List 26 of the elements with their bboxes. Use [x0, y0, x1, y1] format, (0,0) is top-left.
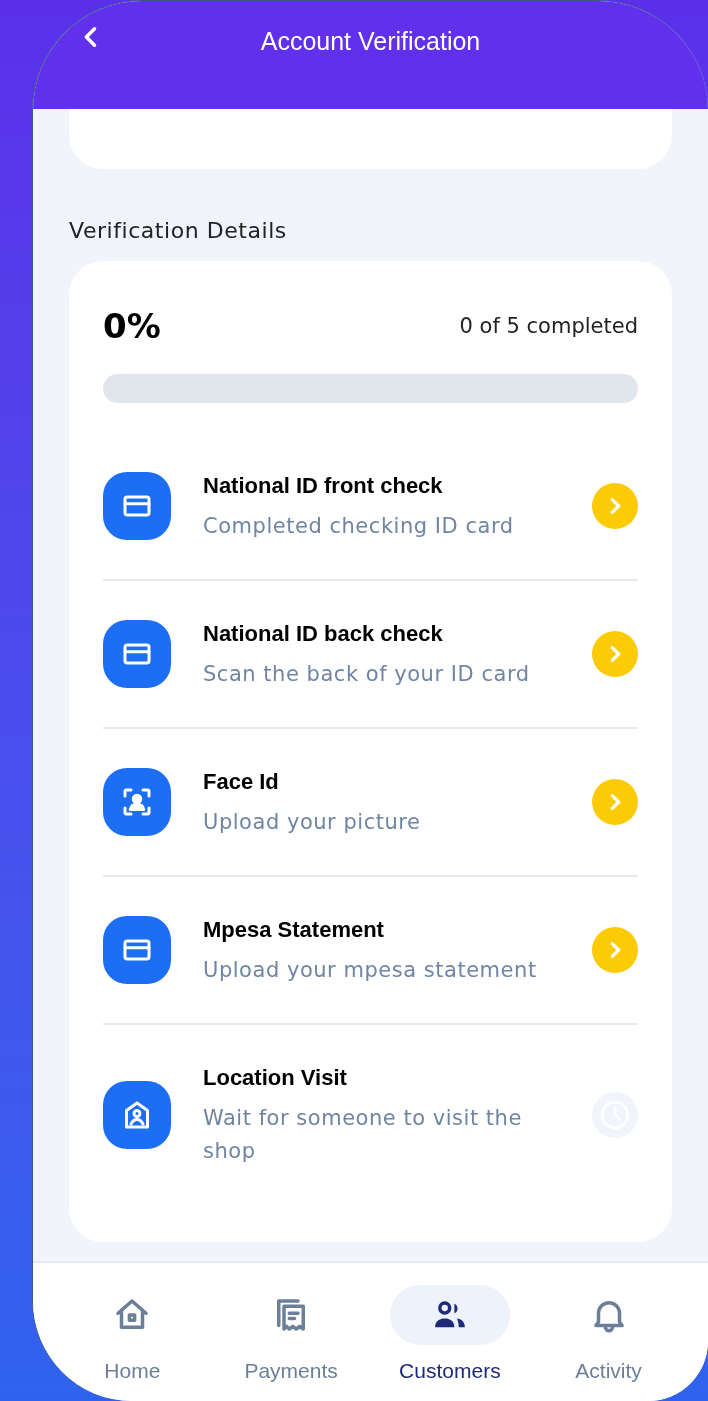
verification-step[interactable]: National ID back check Scan the back of your ID card — [103, 581, 638, 729]
nav-tab[interactable]: Payments — [221, 1285, 362, 1387]
step-title: Mpesa Statement — [203, 916, 385, 944]
progress-summary: 0 of 5 completed — [459, 312, 638, 340]
chevron-right-icon[interactable] — [592, 779, 638, 825]
step-title: Location Visit — [203, 1064, 348, 1092]
verification-step[interactable]: National ID front check Completed checking ID card — [103, 433, 638, 581]
screen-title: Account Verification — [260, 26, 481, 57]
step-title: National ID front check — [203, 472, 444, 500]
step-subtitle: Completed checking ID card — [203, 513, 515, 540]
step-title: Face Id — [203, 768, 280, 796]
step-title: National ID back check — [203, 620, 444, 648]
step-subtitle: Upload your picture — [203, 809, 422, 836]
nav-tab[interactable]: Home — [62, 1285, 203, 1387]
section-title: Verification Details — [69, 217, 288, 245]
nav-tab[interactable]: Activity — [538, 1285, 679, 1387]
step-subtitle: Wait for someone to visit the shop — [203, 1105, 523, 1165]
step-subtitle: Upload your mpesa statement — [203, 957, 538, 984]
chevron-right-icon[interactable] — [592, 927, 638, 973]
verification-step[interactable]: Mpesa Statement Upload your mpesa statement — [103, 877, 638, 1025]
chevron-right-icon[interactable] — [592, 631, 638, 677]
step-subtitle: Scan the back of your ID card — [203, 661, 531, 688]
verification-step[interactable]: Location Visit Wait for someone to visit the shop — [103, 1025, 638, 1204]
verification-step[interactable]: Face Id Upload your picture — [103, 729, 638, 877]
progress-percent: 0% — [103, 305, 161, 348]
chevron-right-icon[interactable] — [592, 483, 638, 529]
